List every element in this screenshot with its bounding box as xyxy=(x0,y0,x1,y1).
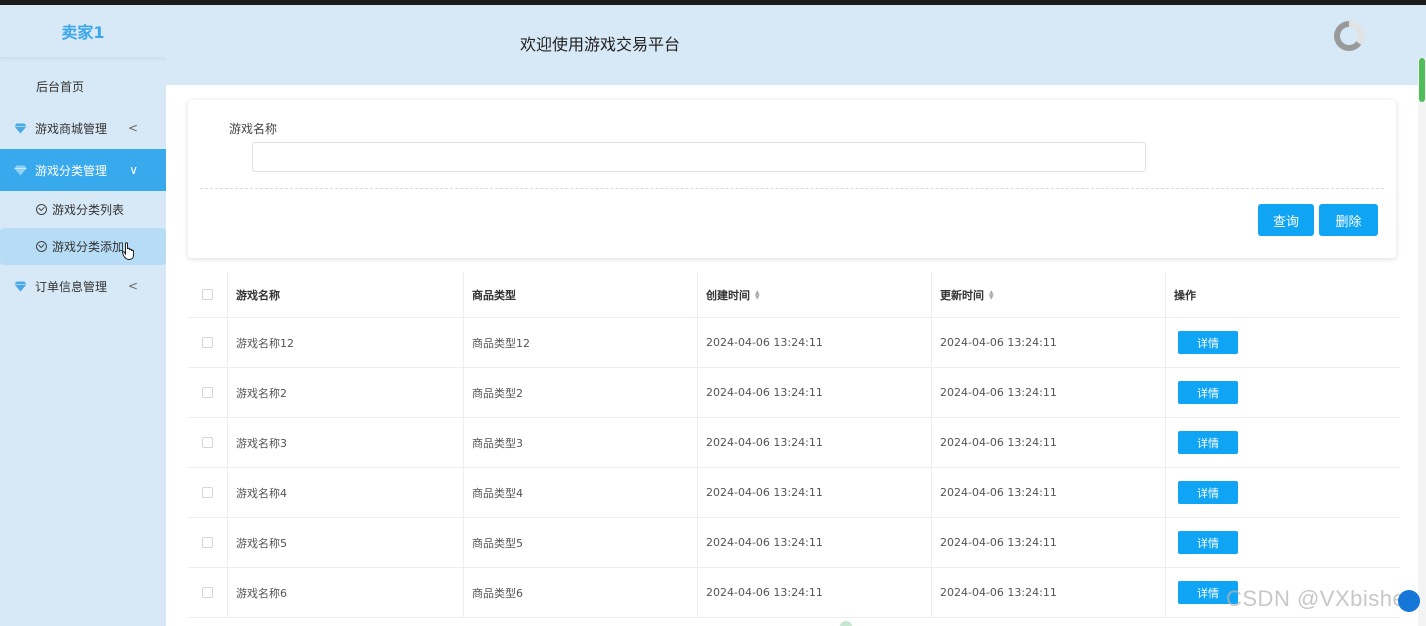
detail-button[interactable]: 详情 xyxy=(1178,381,1238,404)
diamond-icon xyxy=(14,165,27,175)
table-row: 游戏名称3 商品类型3 2024-04-06 13:24:11 2024-04-… xyxy=(188,418,1400,468)
loading-spinner-icon xyxy=(1334,21,1364,51)
cell-name: 游戏名称4 xyxy=(228,468,464,517)
watermark: CSDN @VXbishe xyxy=(1226,586,1406,611)
sort-icon[interactable]: ▲ ▼ xyxy=(989,289,994,300)
row-checkbox[interactable] xyxy=(202,337,213,348)
scrollbar-track[interactable] xyxy=(1418,58,1426,626)
select-all-checkbox[interactable] xyxy=(202,289,213,300)
cell-created: 2024-04-06 13:24:11 xyxy=(698,468,932,517)
row-checkbox[interactable] xyxy=(202,487,213,498)
column-header-type: 商品类型 xyxy=(464,272,698,317)
cell-type: 商品类型4 xyxy=(464,468,698,517)
cell-updated: 2024-04-06 13:24:11 xyxy=(932,318,1166,367)
chat-bubble-icon[interactable] xyxy=(1398,590,1420,612)
check-circle-icon xyxy=(36,241,47,252)
column-header-created[interactable]: 创建时间 ▲ ▼ xyxy=(698,272,932,317)
cell-type: 商品类型5 xyxy=(464,518,698,567)
cell-updated: 2024-04-06 13:24:11 xyxy=(932,518,1166,567)
cell-name: 游戏名称3 xyxy=(228,418,464,467)
brand-title: 卖家1 xyxy=(0,5,166,57)
diamond-icon xyxy=(14,281,27,291)
sidebar-subitem-category-list[interactable]: 游戏分类列表 xyxy=(0,191,166,228)
cell-created: 2024-04-06 13:24:11 xyxy=(698,518,932,567)
detail-button[interactable]: 详情 xyxy=(1178,531,1238,554)
delete-button[interactable]: 删除 xyxy=(1319,204,1378,236)
cell-type: 商品类型6 xyxy=(464,568,698,617)
sidebar-subitem-category-add[interactable]: 游戏分类添加 xyxy=(0,228,166,265)
sidebar: 卖家1 后台首页 游戏商城管理 < 游戏分类管理 ∨ 游戏分类列表 游戏分类添加… xyxy=(0,5,166,626)
row-checkbox[interactable] xyxy=(202,537,213,548)
table-row: 游戏名称6 商品类型6 2024-04-06 13:24:11 2024-04-… xyxy=(188,568,1400,618)
detail-button[interactable]: 详情 xyxy=(1178,481,1238,504)
chevron-left-icon: < xyxy=(127,121,138,135)
game-name-input[interactable] xyxy=(252,142,1146,172)
diamond-icon xyxy=(14,123,27,133)
cell-name: 游戏名称2 xyxy=(228,368,464,417)
chevron-left-icon: < xyxy=(127,279,138,293)
table-row: 游戏名称2 商品类型2 2024-04-06 13:24:11 2024-04-… xyxy=(188,368,1400,418)
row-checkbox[interactable] xyxy=(202,587,213,598)
search-label: 游戏名称 xyxy=(229,122,278,136)
header: 欢迎使用游戏交易平台 xyxy=(166,5,1426,85)
column-header-name: 游戏名称 xyxy=(228,272,464,317)
cell-created: 2024-04-06 13:24:11 xyxy=(698,418,932,467)
sidebar-item-home[interactable]: 后台首页 xyxy=(0,65,166,107)
cell-name: 游戏名称12 xyxy=(228,318,464,367)
sidebar-item-game-category[interactable]: 游戏分类管理 ∨ xyxy=(0,149,166,191)
sidebar-item-game-store[interactable]: 游戏商城管理 < xyxy=(0,107,166,149)
floating-dot xyxy=(840,621,852,626)
table-row: 游戏名称4 商品类型4 2024-04-06 13:24:11 2024-04-… xyxy=(188,468,1400,518)
sidebar-item-label: 游戏分类管理 xyxy=(35,163,108,178)
table-header-row: 游戏名称 商品类型 创建时间 ▲ ▼ 更新时间 ▲ ▼ 操作 xyxy=(188,272,1400,318)
detail-button[interactable]: 详情 xyxy=(1178,331,1238,354)
cell-updated: 2024-04-06 13:24:11 xyxy=(932,368,1166,417)
check-circle-icon xyxy=(36,204,47,215)
scrollbar-thumb[interactable] xyxy=(1419,58,1425,102)
cell-name: 游戏名称6 xyxy=(228,568,464,617)
cell-updated: 2024-04-06 13:24:11 xyxy=(932,468,1166,517)
cell-type: 商品类型12 xyxy=(464,318,698,367)
cell-created: 2024-04-06 13:24:11 xyxy=(698,368,932,417)
table-row: 游戏名称5 商品类型5 2024-04-06 13:24:11 2024-04-… xyxy=(188,518,1400,568)
chevron-down-icon: ∨ xyxy=(129,163,138,177)
cell-name: 游戏名称5 xyxy=(228,518,464,567)
divider xyxy=(200,188,1384,189)
query-button[interactable]: 查询 xyxy=(1258,204,1314,236)
hand-cursor-icon xyxy=(122,242,134,260)
sidebar-item-label: 游戏商城管理 xyxy=(35,121,108,136)
cell-updated: 2024-04-06 13:24:11 xyxy=(932,418,1166,467)
sidebar-subitem-label: 游戏分类列表 xyxy=(52,203,125,217)
sidebar-item-label: 订单信息管理 xyxy=(35,279,108,294)
sort-icon[interactable]: ▲ ▼ xyxy=(755,289,760,300)
page-title: 欢迎使用游戏交易平台 xyxy=(520,35,681,54)
cell-created: 2024-04-06 13:24:11 xyxy=(698,318,932,367)
data-table: 游戏名称 商品类型 创建时间 ▲ ▼ 更新时间 ▲ ▼ 操作 游戏名称12 商品类型… xyxy=(188,272,1400,618)
search-panel: 游戏名称 查询 删除 xyxy=(188,100,1396,258)
sidebar-subitem-label: 游戏分类添加 xyxy=(52,240,125,254)
cell-type: 商品类型2 xyxy=(464,368,698,417)
row-checkbox[interactable] xyxy=(202,437,213,448)
cell-type: 商品类型3 xyxy=(464,418,698,467)
detail-button[interactable]: 详情 xyxy=(1178,431,1238,454)
column-header-updated[interactable]: 更新时间 ▲ ▼ xyxy=(932,272,1166,317)
sidebar-menu: 后台首页 游戏商城管理 < 游戏分类管理 ∨ 游戏分类列表 游戏分类添加 订单信… xyxy=(0,65,166,307)
cell-updated: 2024-04-06 13:24:11 xyxy=(932,568,1166,617)
table-row: 游戏名称12 商品类型12 2024-04-06 13:24:11 2024-0… xyxy=(188,318,1400,368)
column-header-actions: 操作 xyxy=(1174,288,1196,302)
sidebar-item-orders[interactable]: 订单信息管理 < xyxy=(0,265,166,307)
row-checkbox[interactable] xyxy=(202,387,213,398)
cell-created: 2024-04-06 13:24:11 xyxy=(698,568,932,617)
